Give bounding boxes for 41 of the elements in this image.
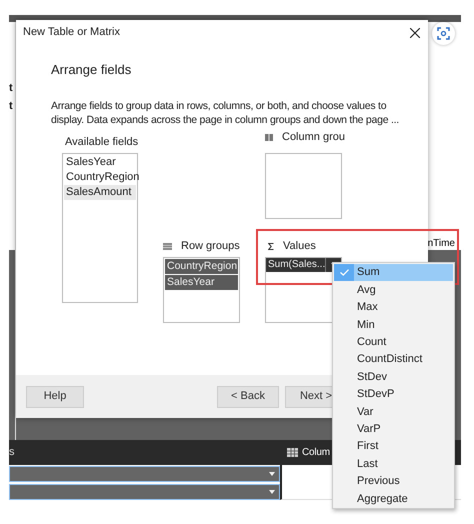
list-item[interactable]: SalesAmount — [64, 184, 136, 200]
group-field-item[interactable]: SalesYear — [165, 274, 238, 290]
menu-item[interactable]: Last — [334, 455, 453, 473]
columns-icon — [265, 134, 273, 141]
check-icon — [340, 269, 348, 276]
menu-item[interactable]: Sum — [334, 264, 453, 282]
group-field-item[interactable]: CountryRegion — [165, 258, 238, 274]
table-icon — [287, 448, 298, 457]
menu-item[interactable]: Aggregate — [334, 490, 453, 508]
text-fragment: t — [9, 82, 14, 94]
column-groups-list[interactable] — [265, 152, 342, 218]
panel-label: s — [9, 445, 16, 460]
field-label: Values — [283, 239, 316, 254]
window-title: New Table or Matrix — [23, 25, 120, 40]
menu-item[interactable]: First — [334, 438, 453, 456]
description-text: Arrange fields to group data in rows, columns, or both, and choose values to display. Data expands across the page in column groups and down the page ... — [51, 98, 400, 126]
field-label: Row groups — [181, 239, 240, 254]
dropdown-field[interactable] — [9, 484, 280, 500]
value-field-item[interactable]: Sum(Sales... — [266, 258, 341, 272]
dialog-button[interactable]: < Back — [217, 386, 279, 408]
list-item[interactable]: SalesYear — [64, 154, 136, 170]
rows-icon — [163, 243, 172, 250]
row-groups-list[interactable]: CountryRegion SalesYear — [163, 256, 240, 322]
field-label: Available fields — [65, 135, 138, 150]
menu-item[interactable]: VarP — [334, 420, 453, 438]
column-header-text: nTime — [428, 237, 455, 250]
sigma-icon — [268, 243, 274, 250]
panel-label: Colum — [302, 446, 330, 460]
menu-item[interactable]: CountDistinct — [334, 350, 453, 368]
dialog-button[interactable]: Help — [26, 386, 84, 408]
menu-item[interactable]: StDev — [334, 368, 453, 386]
dropdown-field[interactable] — [9, 466, 280, 482]
menu-item[interactable]: Count — [334, 334, 453, 351]
caret-icon — [269, 490, 275, 494]
close-icon[interactable] — [410, 28, 420, 38]
page-heading: Arrange fields — [51, 61, 132, 79]
caret-icon — [269, 472, 275, 476]
menu-item[interactable]: Previous — [334, 472, 453, 490]
text-fragment: t — [9, 100, 14, 112]
field-label: Column grou — [282, 130, 345, 146]
available-fields-list[interactable]: SalesYear CountryRegion SalesAmount — [62, 152, 138, 302]
